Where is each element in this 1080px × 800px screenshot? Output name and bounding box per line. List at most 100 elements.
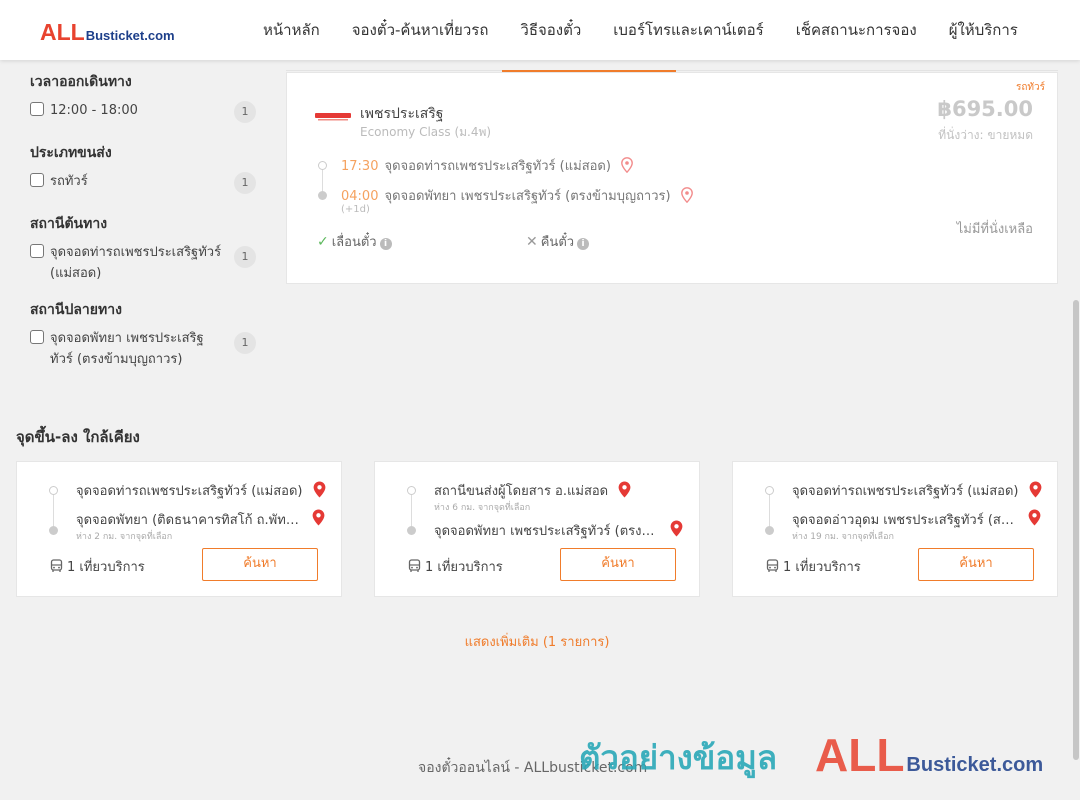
map-pin-icon[interactable] [670,520,683,537]
departure-stop: 17:30 จุดจอดท่ารถเพชรประเสริฐทัวร์ (แม่สอ… [341,155,633,176]
nav-check-status[interactable]: เช็คสถานะการจอง [780,0,933,60]
filter-option-label: จุดจอดท่ารถเพชรประเสริฐทัวร์ (แม่สอด) [50,245,222,281]
route-line [411,495,412,528]
bus-class: Economy Class (ม.4พ) [360,125,492,139]
origin-marker [765,486,774,495]
map-pin-icon[interactable] [313,481,326,498]
destination-marker [407,526,416,535]
refund-policy[interactable]: ✕ คืนตั๋ว i [526,231,590,252]
destination-marker [49,526,58,535]
refund-label: คืนตั๋ว [540,235,575,250]
bus-icon [766,559,779,572]
map-pin-icon[interactable] [618,481,631,498]
nearby-route-card: จุดจอดท่ารถเพชรประเสริฐทัวร์ (แม่สอด) จุ… [16,461,342,597]
origin-marker [318,161,327,170]
logo-domain: Busticket.com [85,28,175,43]
nearby-destination-name: จุดจอดพัทยา เพชรประเสริฐทัวร์ (ตรงข้ามบุ… [434,524,660,539]
trip-count-label: 1 เที่ยวบริการ [425,560,503,575]
vehicle-type-tag: รถทัวร์ [1015,82,1045,93]
origin-marker [407,486,416,495]
nearby-origin: จุดจอดท่ารถเพชรประเสริฐทัวร์ (แม่สอด) [792,480,1042,501]
filter-title: สถานีปลายทาง [30,302,122,318]
watermark-logo-text: ALL [815,729,905,781]
site-logo[interactable]: ALLBusticket.com [40,19,175,46]
filter-title: ประเภทขนส่ง [30,145,112,161]
arrival-time: 04:00 [341,189,379,204]
filter-option-row[interactable]: 12:00 - 18:00 1 [30,100,256,123]
nearby-destination-name: จุดจอดอ่าวอุดม เพชรประเสริฐทัวร์ (สะพานล… [792,513,1018,528]
destination-marker [765,526,774,535]
count-badge: 1 [234,332,256,354]
origin-marker [49,486,58,495]
filter-title: เวลาออกเดินทาง [30,74,132,90]
nav-phone-counters[interactable]: เบอร์โทรและเคาน์เตอร์ [597,0,779,60]
checkbox[interactable] [30,173,44,187]
check-icon: ✓ [317,234,329,250]
count-badge: 1 [234,101,256,123]
distance-note: ห่าง 6 กม. จากจุดที่เลือก [434,503,531,513]
trip-count-label: 1 เที่ยวบริการ [783,560,861,575]
departure-stop-name: จุดจอดท่ารถเพชรประเสริฐทัวร์ (แม่สอด) [384,159,611,174]
no-seats-label: ไม่มีที่นั่งเหลือ [956,222,1033,237]
nearby-origin: จุดจอดท่ารถเพชรประเสริฐทัวร์ (แม่สอด) [76,480,326,501]
map-pin-icon[interactable] [1029,481,1042,498]
reschedule-label: เลื่อนตั๋ว [331,235,377,250]
info-icon[interactable]: i [379,238,392,250]
search-button[interactable]: ค้นหา [202,548,318,581]
search-button[interactable]: ค้นหา [918,548,1034,581]
map-pin-icon[interactable] [1028,509,1041,526]
nearby-stops-title: จุดขึ้น-ลง ใกล้เคียง [16,428,140,446]
arrival-stop: 04:00 จุดจอดพัทยา เพชรประเสริฐทัวร์ (ตรงข… [341,185,693,206]
arrival-stop-name: จุดจอดพัทยา เพชรประเสริฐทัวร์ (ตรงข้ามบุ… [384,189,671,204]
filter-origin-station: สถานีต้นทาง จุดจอดท่ารถเพชรประเสริฐทัวร์… [30,213,256,284]
filter-title: สถานีต้นทาง [30,216,108,232]
filter-departure-time: เวลาออกเดินทาง 12:00 - 18:00 1 [30,71,256,123]
nearby-destination: จุดจอดพัทยา เพชรประเสริฐทัวร์ (ตรงข้ามบุ… [434,520,684,541]
filter-option-label: 12:00 - 18:00 [50,103,138,118]
trip-result-card[interactable]: รถทัวร์ เพชรประเสริฐ Economy Class (ม.4พ… [286,72,1058,284]
checkbox[interactable] [30,102,44,116]
trip-count: 1 เที่ยวบริการ [50,556,145,577]
checkbox[interactable] [30,330,44,344]
filter-destination-station: สถานีปลายทาง จุดจอดพัทยา เพชรประเสริฐทัว… [30,299,256,370]
filter-option-row[interactable]: รถทัวร์ 1 [30,171,256,194]
route-line [53,495,54,528]
watermark-sample-text: ตัวอย่างข้อมูล [579,738,778,777]
nav-operators[interactable]: ผู้ให้บริการ [933,0,1034,60]
operator-logo [315,113,351,121]
filter-option-row[interactable]: จุดจอดท่ารถเพชรประเสริฐทัวร์ (แม่สอด) 1 [30,242,256,284]
filter-transport-type: ประเภทขนส่ง รถทัวร์ 1 [30,142,256,194]
filter-option-row[interactable]: จุดจอดพัทยา เพชรประเสริฐทัวร์ (ตรงข้ามบุ… [30,328,256,370]
map-pin-icon[interactable] [621,157,633,173]
map-pin-icon[interactable] [312,509,325,526]
departure-time: 17:30 [341,159,379,174]
scrollbar-thumb[interactable] [1073,300,1079,760]
bus-icon [408,559,421,572]
trip-count-label: 1 เที่ยวบริการ [67,560,145,575]
nearby-origin-name: จุดจอดท่ารถเพชรประเสริฐทัวร์ (แม่สอด) [76,484,303,499]
watermark-logo-domain: Busticket.com [906,754,1044,776]
nearby-destination-name: จุดจอดพัทยา (ติดธนาคารทิสโก้ ถ.พัทยาสาย … [76,513,302,528]
filter-option-label: รถทัวร์ [50,174,88,189]
nav-book-search[interactable]: จองตั๋ว-ค้นหาเที่ยวรถ [336,0,505,60]
route-line [769,495,770,528]
nearby-destination: จุดจอดอ่าวอุดม เพชรประเสริฐทัวร์ (สะพานล… [792,509,1042,530]
info-icon[interactable]: i [577,238,590,250]
operator-name: เพชรประเสริฐ [360,106,444,122]
nearby-origin: สถานีขนส่งผู้โดยสาร อ.แม่สอด [434,480,684,501]
checkbox[interactable] [30,244,44,258]
search-button[interactable]: ค้นหา [560,548,676,581]
distance-note: ห่าง 2 กม. จากจุดที่เลือก [76,532,173,542]
destination-marker [318,191,327,200]
map-pin-icon[interactable] [680,187,693,203]
logo-text: ALL [40,19,85,45]
watermark-logo: ALL Busticket.com [815,728,1043,782]
nearby-route-card: จุดจอดท่ารถเพชรประเสริฐทัวร์ (แม่สอด) จุ… [732,461,1058,597]
trip-count: 1 เที่ยวบริการ [408,556,503,577]
show-more-link[interactable]: แสดงเพิ่มเติม (1 รายการ) [0,631,1074,652]
nav-home[interactable]: หน้าหลัก [247,0,336,60]
count-badge: 1 [234,172,256,194]
nearby-route-card: สถานีขนส่งผู้โดยสาร อ.แม่สอด ห่าง 6 กม. … [374,461,700,597]
reschedule-policy[interactable]: ✓ เลื่อนตั๋ว i [317,231,392,252]
nav-how-to-book[interactable]: วิธีจองตั๋ว [504,0,597,60]
